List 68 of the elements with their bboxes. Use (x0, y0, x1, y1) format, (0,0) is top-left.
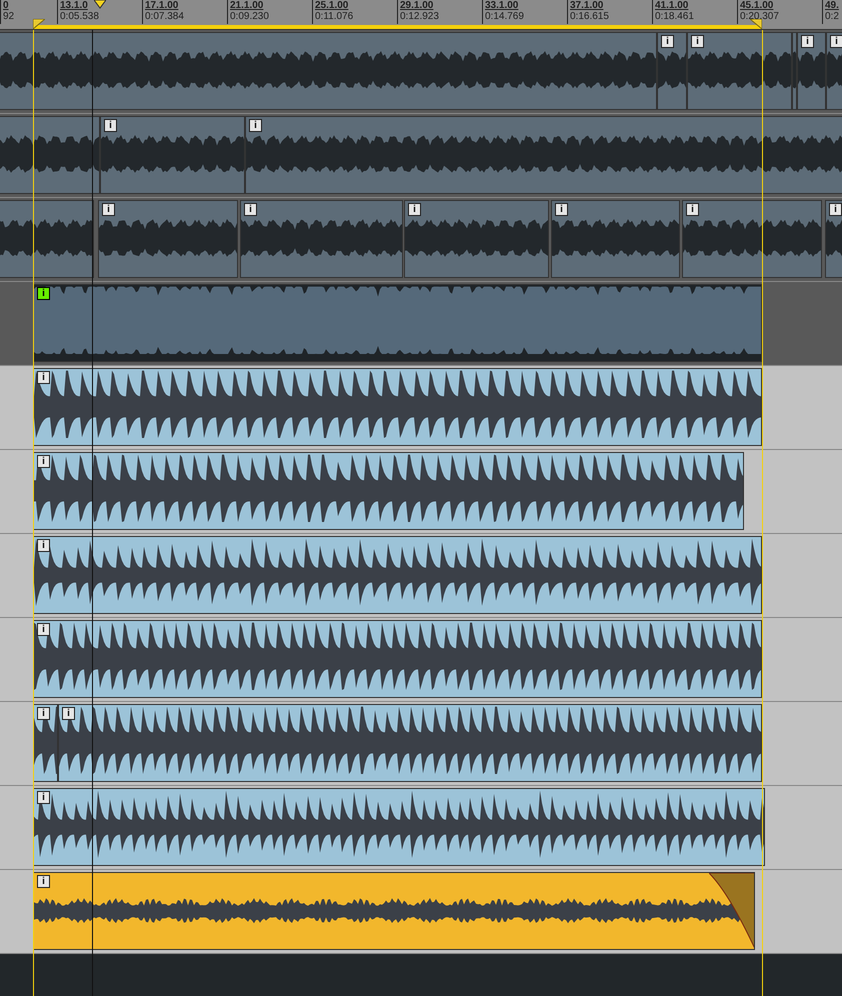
audio-clip[interactable]: i (657, 32, 687, 110)
audio-clip[interactable]: i (33, 284, 762, 362)
playhead-marker-icon[interactable] (94, 0, 106, 9)
time-label: 0:14.769 (485, 11, 524, 22)
time-label: 0:18.461 (655, 11, 694, 22)
timeline-ruler[interactable]: 0 92 13.1.0 0:05.538 17.1.00 0:07.384 21.1.00 0:09.230 25.1.00 0:11.076 29.1.00 0:12.923 33.1.00 0:14.769 37.1.00 0:16.615 41.1.00 0:18.461 45.1.00 0:20.307 49. 0:2 (0, 0, 842, 30)
info-button[interactable]: i (829, 203, 842, 216)
info-button[interactable]: i (37, 875, 50, 888)
bar-label: 0 (3, 0, 9, 11)
info-button[interactable]: i (408, 203, 421, 216)
audio-clip[interactable]: i (797, 32, 826, 110)
info-button[interactable]: i (244, 203, 257, 216)
audio-clip[interactable]: i (682, 200, 822, 278)
bar-label: 17.1.00 (145, 0, 178, 11)
time-label: 0:12.923 (400, 11, 439, 22)
time-label: 0:20.307 (740, 11, 779, 22)
audio-clip[interactable]: i (404, 200, 549, 278)
bar-label: 37.1.00 (570, 0, 604, 11)
audio-clip[interactable]: i (826, 32, 842, 110)
info-button[interactable]: i (37, 791, 50, 804)
info-button[interactable]: i (37, 455, 50, 468)
audio-clip[interactable]: i (33, 872, 755, 950)
time-label: 0:16.615 (570, 11, 609, 22)
info-button[interactable]: i (249, 119, 262, 132)
audio-clip[interactable]: i (58, 704, 762, 782)
time-label: 92 (3, 11, 14, 22)
info-button[interactable]: i (37, 539, 50, 552)
info-button[interactable]: i (691, 35, 704, 48)
info-button[interactable]: i (801, 35, 814, 48)
fade-out-drawing[interactable] (709, 873, 754, 949)
audio-clip[interactable]: i (33, 620, 762, 698)
time-label: 0:07.384 (145, 11, 184, 22)
info-button[interactable]: i (37, 623, 50, 636)
time-label: 0:2 (825, 11, 839, 22)
time-label: 0:09.230 (230, 11, 269, 22)
info-button[interactable]: i (37, 371, 50, 384)
bar-label: 45.1.00 (740, 0, 774, 11)
bar-label: 13.1.0 (60, 0, 88, 11)
bar-label: 21.1.00 (230, 0, 264, 11)
time-label: 0:11.076 (315, 11, 354, 22)
info-button[interactable]: i (686, 203, 699, 216)
loop-end-icon[interactable] (750, 19, 762, 29)
bar-label: 41.1.00 (655, 0, 688, 11)
audio-clip[interactable]: i (33, 536, 762, 614)
info-button[interactable]: i (37, 287, 50, 300)
audio-clip[interactable]: i (33, 788, 765, 866)
audio-clip[interactable]: i (551, 200, 680, 278)
info-button[interactable]: i (555, 203, 568, 216)
audio-clip[interactable]: i (825, 200, 842, 278)
time-label: 0:05.538 (60, 11, 99, 22)
audio-clip[interactable]: i (687, 32, 792, 110)
audio-clip[interactable]: i (33, 368, 762, 446)
audio-clip[interactable]: i (33, 704, 58, 782)
info-button[interactable]: i (661, 35, 674, 48)
bar-label: 33.1.00 (485, 0, 518, 11)
audio-clip[interactable]: i (98, 200, 238, 278)
info-button[interactable]: i (830, 35, 842, 48)
bar-label: 49. (825, 0, 839, 11)
bar-label: 29.1.00 (400, 0, 434, 11)
bar-label: 25.1.00 (315, 0, 348, 11)
info-button[interactable]: i (62, 707, 75, 720)
info-button[interactable]: i (37, 707, 50, 720)
audio-clip[interactable]: i (240, 200, 403, 278)
audio-clip[interactable]: i (245, 116, 842, 194)
audio-clip[interactable]: i (100, 116, 245, 194)
info-button[interactable]: i (104, 119, 117, 132)
info-button[interactable]: i (102, 203, 115, 216)
audio-clip[interactable]: i (33, 452, 744, 530)
